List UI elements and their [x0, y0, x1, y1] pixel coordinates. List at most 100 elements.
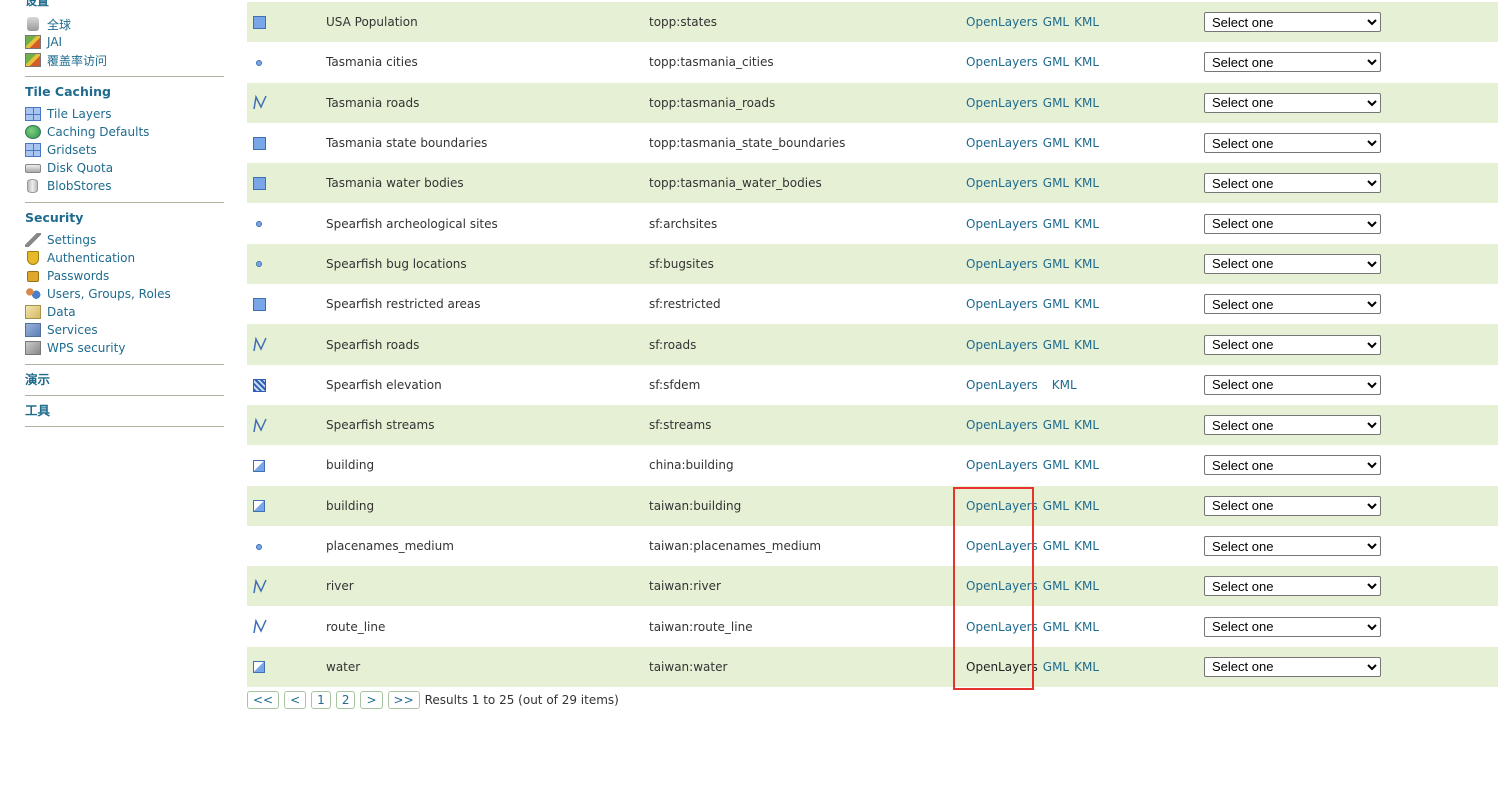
kml-link[interactable]: KML — [1074, 217, 1099, 231]
kml-link[interactable]: KML — [1074, 539, 1099, 553]
format-select[interactable]: Select one — [1204, 455, 1381, 476]
openlayers-link[interactable]: OpenLayers — [966, 338, 1038, 352]
format-select[interactable]: Select one — [1204, 334, 1381, 355]
openlayers-link[interactable]: OpenLayers — [966, 176, 1038, 190]
gml-link[interactable]: GML — [1043, 338, 1069, 352]
openlayers-link[interactable]: OpenLayers — [966, 96, 1038, 110]
openlayers-link[interactable]: OpenLayers — [966, 579, 1038, 593]
format-select[interactable]: Select one — [1204, 616, 1381, 637]
gml-link[interactable]: GML — [1043, 539, 1069, 553]
openlayers-link[interactable]: OpenLayers — [966, 378, 1038, 392]
format-select[interactable]: Select one — [1204, 213, 1381, 234]
page-2-button[interactable]: 2 — [335, 691, 356, 709]
sidebar-item-link[interactable]: 全球 — [47, 16, 71, 33]
format-select[interactable]: Select one — [1204, 52, 1381, 73]
first-page-button[interactable]: << — [247, 691, 280, 709]
format-select[interactable]: Select one — [1204, 92, 1381, 113]
openlayers-link[interactable]: OpenLayers — [966, 136, 1038, 150]
openlayers-link[interactable]: OpenLayers — [966, 620, 1038, 634]
openlayers-link[interactable]: OpenLayers — [966, 257, 1038, 271]
kml-link[interactable]: KML — [1074, 96, 1099, 110]
kml-link[interactable]: KML — [1074, 136, 1099, 150]
prev-page-button[interactable]: < — [284, 691, 307, 709]
format-select[interactable]: Select one — [1204, 495, 1381, 516]
gml-link[interactable]: GML — [1043, 418, 1069, 432]
openlayers-link[interactable]: OpenLayers — [966, 499, 1038, 513]
page-1-button[interactable]: 1 — [311, 691, 331, 709]
kml-link[interactable]: KML — [1074, 55, 1099, 69]
sidebar-item-link[interactable]: Data — [47, 305, 76, 319]
sidebar-item-link[interactable]: Passwords — [47, 269, 109, 283]
kml-link[interactable]: KML — [1074, 458, 1099, 472]
openlayers-link[interactable]: OpenLayers — [966, 418, 1038, 432]
format-select[interactable]: Select one — [1204, 536, 1381, 556]
kml-link[interactable]: KML — [1074, 660, 1099, 674]
last-page-button[interactable]: >> — [387, 691, 420, 709]
kml-link[interactable]: KML — [1074, 338, 1099, 352]
gml-link[interactable]: GML — [1043, 176, 1069, 190]
sidebar-item-jai[interactable]: JAI — [25, 33, 107, 51]
format-select[interactable]: Select one — [1204, 12, 1381, 33]
gml-link[interactable]: GML — [1043, 15, 1069, 29]
openlayers-link[interactable]: OpenLayers — [966, 539, 1038, 553]
sidebar-item-disk-quota[interactable]: Disk Quota — [25, 159, 224, 177]
sidebar-item-link[interactable]: Services — [47, 323, 98, 337]
openlayers-link[interactable]: OpenLayers — [966, 660, 1038, 674]
sidebar-item-link[interactable]: 覆盖率访问 — [47, 52, 107, 69]
sidebar-item-gridsets[interactable]: Gridsets — [25, 141, 224, 159]
sidebar-item-link[interactable]: Settings — [47, 233, 96, 247]
sidebar-item-link[interactable]: Disk Quota — [47, 161, 113, 175]
sidebar-item-caching-defaults[interactable]: Caching Defaults — [25, 123, 224, 141]
sidebar-item-authentication[interactable]: Authentication — [25, 249, 224, 267]
sidebar-item-link[interactable]: BlobStores — [47, 179, 112, 193]
kml-link[interactable]: KML — [1052, 378, 1077, 392]
kml-link[interactable]: KML — [1074, 579, 1099, 593]
format-select[interactable]: Select one — [1204, 415, 1381, 436]
sidebar-section-title[interactable]: 工具 — [25, 403, 224, 419]
kml-link[interactable]: KML — [1074, 499, 1099, 513]
gml-link[interactable]: GML — [1043, 96, 1069, 110]
sidebar-item-link[interactable]: Users, Groups, Roles — [47, 287, 171, 301]
sidebar-section-collapsed[interactable]: 工具 — [25, 396, 224, 427]
kml-link[interactable]: KML — [1074, 257, 1099, 271]
openlayers-link[interactable]: OpenLayers — [966, 297, 1038, 311]
openlayers-link[interactable]: OpenLayers — [966, 55, 1038, 69]
gml-link[interactable]: GML — [1043, 257, 1069, 271]
sidebar-item-settings[interactable]: Settings — [25, 231, 224, 249]
sidebar-item-link[interactable]: Caching Defaults — [47, 125, 149, 139]
kml-link[interactable]: KML — [1074, 15, 1099, 29]
kml-link[interactable]: KML — [1074, 418, 1099, 432]
sidebar-item-users-groups-roles[interactable]: Users, Groups, Roles — [25, 285, 224, 303]
sidebar-item-item[interactable]: 全球 — [25, 15, 107, 33]
gml-link[interactable]: GML — [1043, 660, 1069, 674]
format-select[interactable]: Select one — [1204, 253, 1381, 274]
format-select[interactable]: Select one — [1204, 374, 1381, 395]
sidebar-item-data[interactable]: Data — [25, 303, 224, 321]
next-page-button[interactable]: > — [360, 691, 383, 709]
openlayers-link[interactable]: OpenLayers — [966, 15, 1038, 29]
gml-link[interactable]: GML — [1043, 297, 1069, 311]
sidebar-item-passwords[interactable]: Passwords — [25, 267, 224, 285]
format-select[interactable]: Select one — [1204, 656, 1381, 677]
sidebar-item-tile-layers[interactable]: Tile Layers — [25, 105, 224, 123]
sidebar-item-link[interactable]: Gridsets — [47, 143, 97, 157]
gml-link[interactable]: GML — [1043, 458, 1069, 472]
openlayers-link[interactable]: OpenLayers — [966, 458, 1038, 472]
openlayers-link[interactable]: OpenLayers — [966, 217, 1038, 231]
format-select[interactable]: Select one — [1204, 133, 1381, 154]
gml-link[interactable]: GML — [1043, 136, 1069, 150]
kml-link[interactable]: KML — [1074, 176, 1099, 190]
sidebar-item-services[interactable]: Services — [25, 321, 224, 339]
sidebar-section-collapsed[interactable]: 演示 — [25, 365, 224, 396]
gml-link[interactable]: GML — [1043, 620, 1069, 634]
kml-link[interactable]: KML — [1074, 620, 1099, 634]
sidebar-item-link[interactable]: Tile Layers — [47, 107, 112, 121]
sidebar-item-link[interactable]: JAI — [47, 35, 62, 49]
gml-link[interactable]: GML — [1043, 55, 1069, 69]
gml-link[interactable]: GML — [1043, 217, 1069, 231]
gml-link[interactable]: GML — [1043, 499, 1069, 513]
sidebar-item-link[interactable]: Authentication — [47, 251, 135, 265]
format-select[interactable]: Select one — [1204, 576, 1381, 597]
gml-link[interactable]: GML — [1043, 579, 1069, 593]
format-select[interactable]: Select one — [1204, 173, 1381, 194]
